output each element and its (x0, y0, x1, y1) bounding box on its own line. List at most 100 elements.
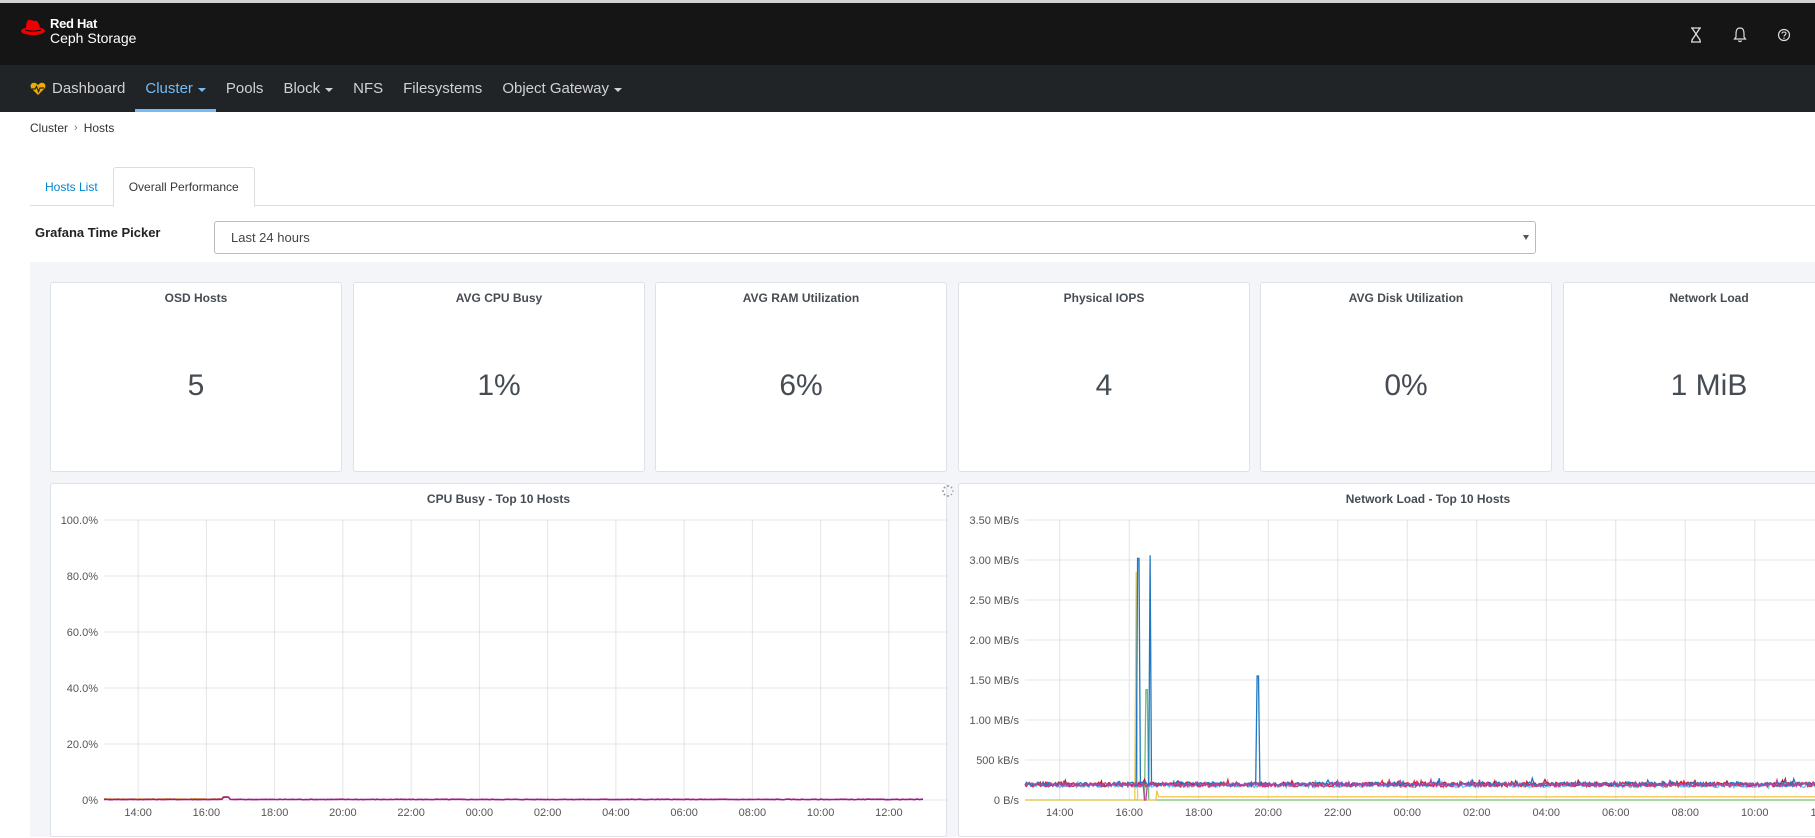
stat-card-value: 5 (187, 369, 205, 402)
stat-card-value: 1% (477, 369, 521, 402)
nav-item-label: NFS (353, 80, 384, 97)
series-line-host-1 (1024, 555, 1815, 789)
y-tick-label: 40.0% (67, 683, 98, 695)
stat-card-avg-disk-utilization: AVG Disk Utilization 0% (1260, 282, 1552, 472)
bell-icon[interactable] (1733, 27, 1747, 43)
y-tick-label: 2.00 MB/s (969, 635, 1019, 647)
x-tick-label: 04:00 (1532, 807, 1560, 819)
x-tick-label: 22:00 (1324, 807, 1352, 819)
x-tick-label: 00:00 (1393, 807, 1421, 819)
nav-item-pools[interactable]: Pools (216, 65, 274, 112)
cpu-busy-chart: 0% 20.0% 40.0% 60.0% 80.0% 100.0% 14:00 16:00 18… (61, 515, 948, 819)
series-line-host-b (103, 796, 924, 801)
x-tick-label: 22:00 (397, 807, 425, 819)
stat-card-title: OSD Hosts (164, 291, 228, 305)
x-tick-label: 18:00 (1185, 807, 1213, 819)
y-tick-label: 500 kB/s (976, 755, 1019, 767)
stat-card-title: Physical IOPS (1063, 291, 1145, 305)
nav-item-label: Filesystems (403, 80, 483, 97)
y-tick-label: 1.50 MB/s (969, 675, 1019, 687)
loading-spinner-icon (942, 485, 954, 497)
x-tick-label: 04:00 (602, 807, 630, 819)
brand-line1: Red Hat (50, 16, 98, 31)
nav-item-block[interactable]: Block (273, 65, 343, 112)
caret-down-icon (197, 87, 206, 92)
x-tick-label: 20:00 (329, 807, 357, 819)
network-load-chart-panel: Network Load - Top 10 Hosts 0 B/s 500 kB/… (958, 483, 1815, 837)
x-tick-label: 02:00 (1463, 807, 1491, 819)
help-icon[interactable] (1777, 27, 1791, 43)
x-tick-label: 12:00 (875, 807, 903, 819)
nav-item-filesystems[interactable]: Filesystems (393, 65, 492, 112)
y-tick-label: 2.50 MB/s (969, 595, 1019, 607)
hourglass-icon[interactable] (1689, 27, 1703, 43)
y-tick-label: 1.00 MB/s (969, 715, 1019, 727)
x-tick-label: 00:00 (466, 807, 494, 819)
nav-item-label: Object Gateway (502, 80, 610, 97)
stat-card-title: AVG RAM Utilization (742, 291, 860, 305)
nav-item-label: Cluster (145, 80, 193, 97)
stat-card-value: 4 (1095, 369, 1113, 402)
main-nav: Dashboard Cluster Pools Block NFS Filesystems… (0, 65, 1815, 112)
nav-item-label: Dashboard (52, 80, 126, 97)
caret-down-icon (325, 87, 334, 92)
grafana-dashboard: OSD Hosts 5 AVG CPU Busy 1% AVG RAM Utilizat… (30, 262, 1815, 837)
network-load-chart: 0 B/s 500 kB/s 1.00 MB/s 1.50 MB/s 2.00 MB/s… (969, 515, 1815, 819)
stat-card-network-load: Network Load 1 MiB (1563, 282, 1815, 472)
x-tick-label: 10:00 (1741, 807, 1769, 819)
tab-hosts-list[interactable]: Hosts List (30, 167, 113, 206)
x-tick-label: 14:00 (124, 807, 152, 819)
cpu-busy-chart-panel: CPU Busy - Top 10 Hosts 0% 20.0% 40.0% 60.0… (50, 483, 954, 837)
x-tick-label: 12:00 (1810, 807, 1815, 819)
nav-item-label: Pools (225, 80, 264, 97)
x-tick-label: 08:00 (739, 807, 767, 819)
x-tick-label: 06:00 (1602, 807, 1630, 819)
breadcrumb-cluster[interactable]: Cluster (30, 121, 68, 135)
stat-card-value: 1 MiB (1670, 369, 1748, 402)
x-tick-label: 08:00 (1671, 807, 1699, 819)
stat-card-osd-hosts: OSD Hosts 5 (50, 282, 342, 472)
masthead: Red Hat Ceph Storage (0, 3, 1815, 65)
breadcrumb-separator-icon: › (74, 122, 78, 134)
stat-card-value: 6% (779, 369, 823, 402)
brand-line2: Ceph Storage (50, 30, 137, 46)
y-tick-label: 20.0% (67, 739, 98, 751)
y-tick-label: 60.0% (67, 627, 98, 639)
nav-item-object-gateway[interactable]: Object Gateway (492, 65, 632, 112)
nav-item-dashboard[interactable]: Dashboard (20, 65, 135, 112)
time-picker-select[interactable]: Last 24 hours (214, 221, 1536, 254)
x-tick-label: 16:00 (193, 807, 221, 819)
y-tick-label: 3.00 MB/s (969, 555, 1019, 567)
stat-card-title: AVG Disk Utilization (1348, 291, 1464, 305)
y-tick-label: 0 B/s (994, 795, 1020, 807)
x-tick-label: 18:00 (261, 807, 289, 819)
y-tick-label: 0% (82, 795, 98, 807)
y-tick-label: 100.0% (61, 515, 99, 527)
x-tick-label: 06:00 (670, 807, 698, 819)
stat-card-physical-iops: Physical IOPS 4 (958, 282, 1250, 472)
brand-logo[interactable]: Red Hat Ceph Storage (20, 17, 136, 45)
x-tick-label: 10:00 (807, 807, 835, 819)
nav-item-nfs[interactable]: NFS (343, 65, 393, 112)
nav-item-label: Block (283, 80, 321, 97)
breadcrumb-hosts: Hosts (83, 121, 115, 135)
tab-bar: Hosts List Overall Performance (30, 167, 1815, 207)
breadcrumb: Cluster › Hosts (30, 121, 114, 135)
stat-card-value: 0% (1384, 369, 1428, 402)
stat-card-avg-cpu-busy: AVG CPU Busy 1% (353, 282, 645, 472)
y-tick-label: 3.50 MB/s (969, 515, 1019, 527)
x-tick-label: 20:00 (1254, 807, 1282, 819)
stat-card-avg-ram-utilization: AVG RAM Utilization 6% (655, 282, 947, 472)
stat-card-title: Network Load (1669, 291, 1749, 305)
redhat-logo-icon (21, 19, 45, 35)
tab-overall-performance[interactable]: Overall Performance (112, 167, 255, 207)
dropdown-arrow-icon (1523, 235, 1529, 240)
x-tick-label: 16:00 (1115, 807, 1143, 819)
stat-card-title: AVG CPU Busy (455, 291, 543, 305)
time-picker-value: Last 24 hours (231, 230, 310, 245)
heartbeat-icon (30, 82, 46, 95)
caret-down-icon (614, 87, 623, 92)
nav-item-cluster[interactable]: Cluster (135, 65, 216, 112)
time-picker-label: Grafana Time Picker (35, 225, 161, 240)
x-tick-label: 14:00 (1046, 807, 1074, 819)
